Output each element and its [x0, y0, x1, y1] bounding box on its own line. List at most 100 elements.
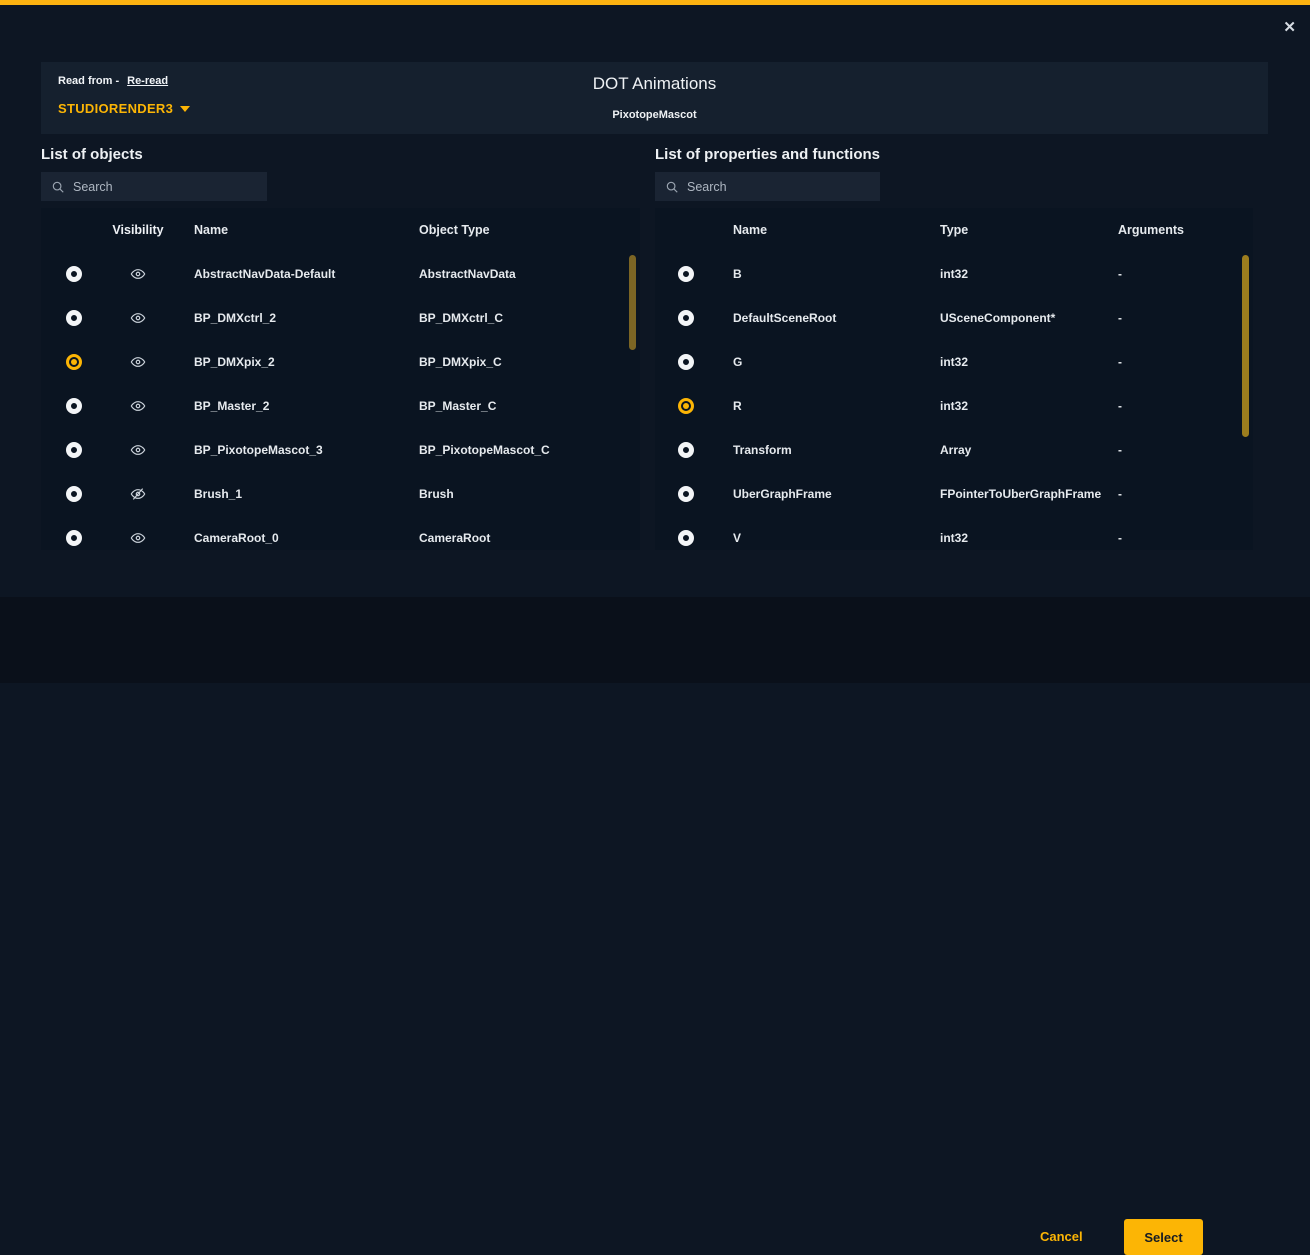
- property-name: R: [717, 399, 940, 413]
- property-arguments: -: [1118, 267, 1253, 281]
- column-header-object-type: Object Type: [419, 223, 640, 237]
- table-row[interactable]: BP_Master_2 BP_Master_C: [41, 384, 640, 428]
- table-row[interactable]: BP_DMXctrl_2 BP_DMXctrl_C: [41, 296, 640, 340]
- property-name: B: [717, 267, 940, 281]
- table-row[interactable]: DefaultSceneRoot USceneComponent* -: [655, 296, 1253, 340]
- table-row[interactable]: B int32 -: [655, 252, 1253, 296]
- table-row[interactable]: R int32 -: [655, 384, 1253, 428]
- select-button[interactable]: Select: [1124, 1219, 1203, 1255]
- table-row[interactable]: Brush_1 Brush: [41, 472, 640, 516]
- scrollbar-thumb[interactable]: [629, 255, 636, 350]
- property-type: Array: [940, 443, 1118, 457]
- object-name: BP_Master_2: [169, 399, 419, 413]
- dialog-subtitle: PixotopeMascot: [41, 109, 1268, 121]
- object-name: AbstractNavData-Default: [169, 267, 419, 281]
- property-name: UberGraphFrame: [717, 487, 940, 501]
- eye-icon[interactable]: [130, 398, 146, 414]
- radio-button[interactable]: [66, 486, 82, 502]
- object-type: BP_DMXpix_C: [419, 355, 640, 369]
- property-name: G: [717, 355, 940, 369]
- table-row[interactable]: UberGraphFrame FPointerToUberGraphFrame …: [655, 472, 1253, 516]
- table-row[interactable]: BP_DMXpix_2 BP_DMXpix_C: [41, 340, 640, 384]
- table-row[interactable]: AbstractNavData-Default AbstractNavData: [41, 252, 640, 296]
- radio-button[interactable]: [66, 310, 82, 326]
- radio-button[interactable]: [678, 354, 694, 370]
- column-header-visibility: Visibility: [107, 223, 169, 237]
- table-row[interactable]: CameraRoot_0 CameraRoot: [41, 516, 640, 550]
- property-arguments: -: [1118, 487, 1253, 501]
- property-type: int32: [940, 531, 1118, 545]
- property-type: int32: [940, 399, 1118, 413]
- radio-button[interactable]: [678, 266, 694, 282]
- object-type: Brush: [419, 487, 640, 501]
- property-name: V: [717, 531, 940, 545]
- property-arguments: -: [1118, 531, 1253, 545]
- objects-table-header: Visibility Name Object Type: [41, 208, 640, 252]
- eye-icon[interactable]: [130, 266, 146, 282]
- property-arguments: -: [1118, 399, 1253, 413]
- property-name: DefaultSceneRoot: [717, 311, 940, 325]
- object-type: CameraRoot: [419, 531, 640, 545]
- radio-button[interactable]: [66, 442, 82, 458]
- radio-button[interactable]: [66, 398, 82, 414]
- object-type: BP_DMXctrl_C: [419, 311, 640, 325]
- object-type: BP_Master_C: [419, 399, 640, 413]
- properties-table: Name Type Arguments B int32 - DefaultSce…: [655, 208, 1253, 550]
- eye-icon[interactable]: [130, 354, 146, 370]
- property-name: Transform: [717, 443, 940, 457]
- object-name: CameraRoot_0: [169, 531, 419, 545]
- property-arguments: -: [1118, 355, 1253, 369]
- property-arguments: -: [1118, 311, 1253, 325]
- properties-panel-heading: List of properties and functions: [655, 146, 880, 163]
- eye-icon[interactable]: [130, 530, 146, 546]
- objects-panel-heading: List of objects: [41, 146, 143, 163]
- object-name: Brush_1: [169, 487, 419, 501]
- radio-button[interactable]: [678, 530, 694, 546]
- cancel-button[interactable]: Cancel: [1040, 1229, 1083, 1244]
- eye-icon[interactable]: [130, 310, 146, 326]
- table-row[interactable]: V int32 -: [655, 516, 1253, 550]
- object-name: BP_PixotopeMascot_3: [169, 443, 419, 457]
- column-header-type: Type: [940, 223, 1118, 237]
- properties-table-header: Name Type Arguments: [655, 208, 1253, 252]
- properties-search-input[interactable]: [687, 180, 857, 194]
- radio-button[interactable]: [66, 354, 82, 370]
- object-name: BP_DMXpix_2: [169, 355, 419, 369]
- property-type: int32: [940, 355, 1118, 369]
- objects-search-box: [41, 172, 267, 201]
- radio-button[interactable]: [66, 530, 82, 546]
- property-type: USceneComponent*: [940, 311, 1118, 325]
- radio-button[interactable]: [678, 486, 694, 502]
- column-header-name: Name: [717, 223, 940, 237]
- radio-button[interactable]: [678, 310, 694, 326]
- object-name: BP_DMXctrl_2: [169, 311, 419, 325]
- radio-button[interactable]: [678, 398, 694, 414]
- objects-table-body: AbstractNavData-Default AbstractNavData …: [41, 252, 640, 550]
- eye-icon[interactable]: [130, 442, 146, 458]
- objects-table: Visibility Name Object Type AbstractNavD…: [41, 208, 640, 550]
- radio-button[interactable]: [66, 266, 82, 282]
- window-accent-bar: [0, 0, 1310, 5]
- close-icon[interactable]: ✕: [1283, 20, 1296, 35]
- column-header-name: Name: [169, 223, 419, 237]
- table-row[interactable]: Transform Array -: [655, 428, 1253, 472]
- table-row[interactable]: G int32 -: [655, 340, 1253, 384]
- search-icon: [665, 180, 679, 194]
- properties-search-box: [655, 172, 880, 201]
- object-type: AbstractNavData: [419, 267, 640, 281]
- scrollbar-thumb[interactable]: [1242, 255, 1249, 437]
- table-row[interactable]: BP_PixotopeMascot_3 BP_PixotopeMascot_C: [41, 428, 640, 472]
- property-arguments: -: [1118, 443, 1253, 457]
- objects-search-input[interactable]: [73, 180, 243, 194]
- dialog-title: DOT Animations: [41, 74, 1268, 94]
- property-type: int32: [940, 267, 1118, 281]
- column-header-arguments: Arguments: [1118, 223, 1253, 237]
- dialog-header: Read from - Re-read STUDIORENDER3 DOT An…: [41, 62, 1268, 134]
- search-icon: [51, 180, 65, 194]
- dialog-footer: Cancel Select: [0, 597, 1310, 683]
- properties-table-body: B int32 - DefaultSceneRoot USceneCompone…: [655, 252, 1253, 550]
- eye-off-icon[interactable]: [130, 486, 146, 502]
- radio-button[interactable]: [678, 442, 694, 458]
- property-type: FPointerToUberGraphFrame: [940, 487, 1118, 501]
- object-type: BP_PixotopeMascot_C: [419, 443, 640, 457]
